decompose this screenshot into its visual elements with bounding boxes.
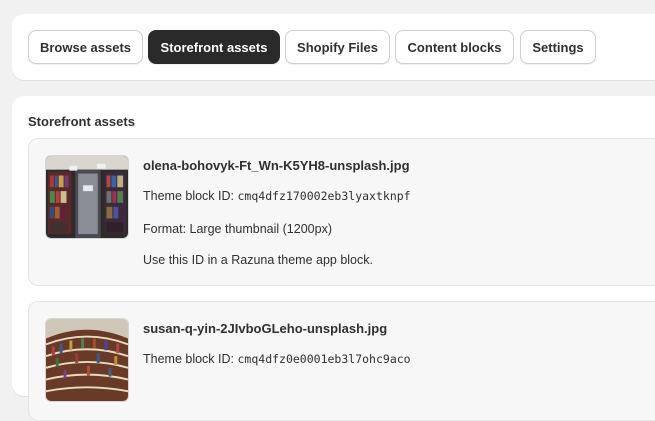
asset-format: Format: Large thumbnail (1200px): [143, 222, 332, 236]
asset-card: susan-q-yin-2JIvboGLeho-unsplash.jpg The…: [28, 301, 655, 421]
theme-block-id-label: Theme block ID:: [143, 189, 235, 203]
asset-usage-hint: Use this ID in a Razuna theme app block.: [143, 253, 373, 267]
theme-block-id-row: Theme block ID: cmq4dfz170002eb3lyaxtknp…: [143, 189, 411, 203]
theme-block-id-value[interactable]: cmq4dfz0e0001eb3l7ohc9aco: [238, 352, 411, 366]
asset-card: olena-bohovyk-Ft_Wn-K5YH8-unsplash.jpg T…: [28, 138, 655, 286]
tab-storefront-assets[interactable]: Storefront assets: [148, 30, 280, 64]
tab-content-blocks[interactable]: Content blocks: [395, 30, 514, 64]
section-title: Storefront assets: [28, 114, 135, 129]
theme-block-id-row: Theme block ID: cmq4dfz0e0001eb3l7ohc9ac…: [143, 352, 411, 366]
tab-shopify-files[interactable]: Shopify Files: [285, 30, 390, 64]
theme-block-id-value[interactable]: cmq4dfz170002eb3lyaxtknpf: [238, 189, 411, 203]
tab-settings[interactable]: Settings: [520, 30, 596, 64]
asset-filename: olena-bohovyk-Ft_Wn-K5YH8-unsplash.jpg: [143, 158, 410, 173]
storefront-assets-panel: Storefront assets olena-bohovyk-Ft_Wn-K5…: [12, 96, 655, 421]
asset-filename: susan-q-yin-2JIvboGLeho-unsplash.jpg: [143, 321, 388, 336]
theme-block-id-label: Theme block ID:: [143, 352, 235, 366]
asset-thumbnail[interactable]: [45, 155, 129, 239]
tab-bar: Browse assets Storefront assets Shopify …: [12, 14, 655, 80]
tab-browse-assets[interactable]: Browse assets: [28, 30, 143, 64]
asset-thumbnail[interactable]: [45, 318, 129, 402]
